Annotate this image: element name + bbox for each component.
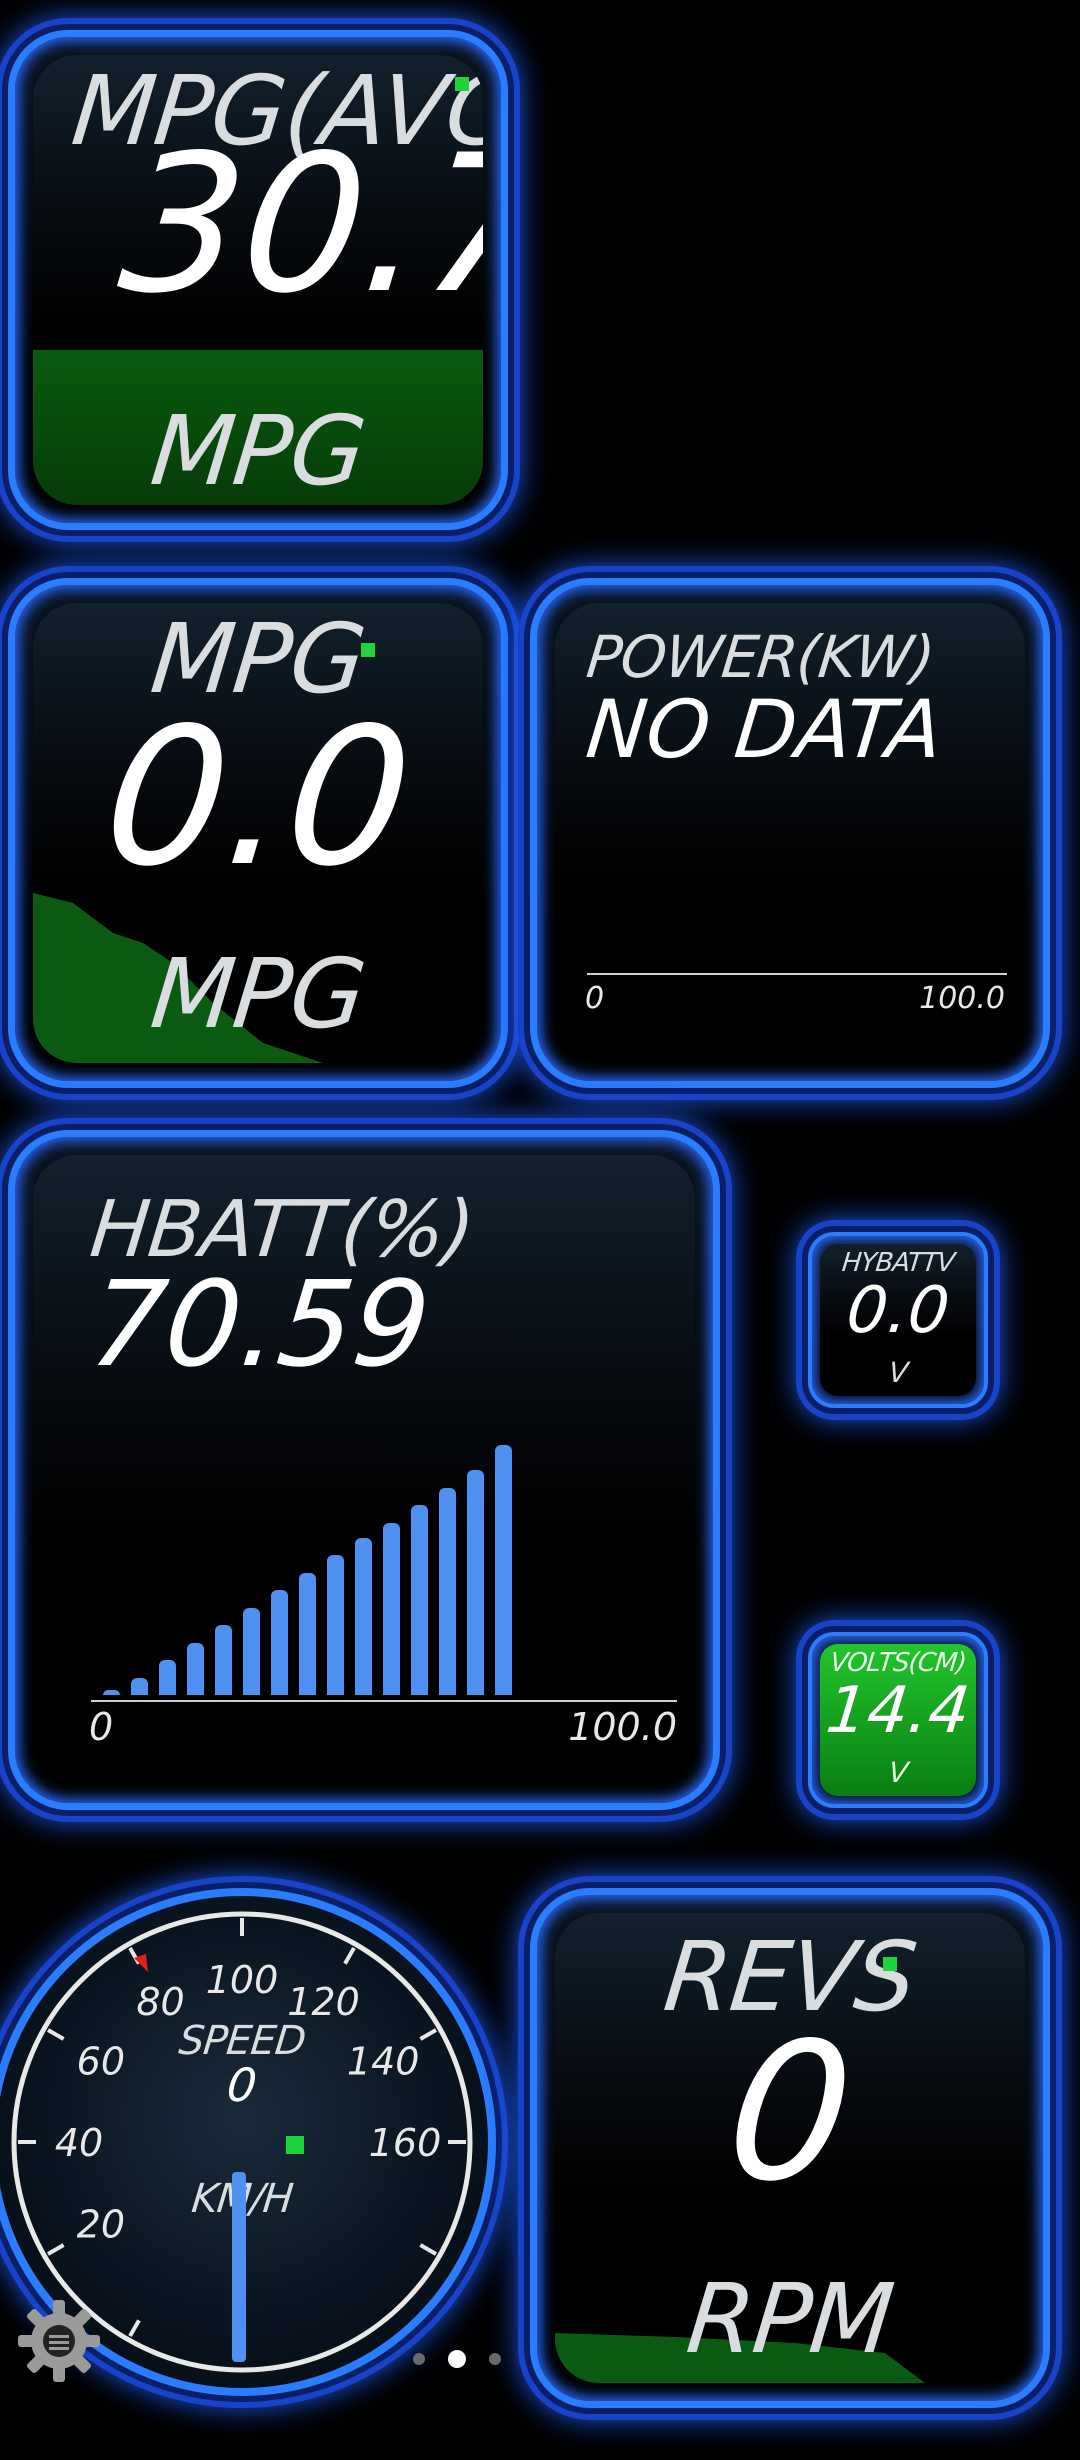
speed-value: 0: [224, 2058, 260, 2112]
hybattv-value: 0.0: [843, 1274, 953, 1348]
gauge-volts[interactable]: VOLTS(CM) 14.4 V: [808, 1632, 988, 1808]
speed-status-dot: [286, 2136, 304, 2154]
hybattv-unit: V: [887, 1356, 909, 1389]
gauge-hybattv[interactable]: HYBATTV 0.0 V: [808, 1232, 988, 1408]
hbatt-bar: [243, 1607, 260, 1695]
gauge-revs-face: REVS 0 RPM: [555, 1913, 1025, 2383]
hbatt-bar: [411, 1505, 428, 1695]
hbatt-bar: [159, 1660, 176, 1695]
hbatt-bar: [215, 1625, 232, 1695]
hbatt-axis: [91, 1700, 677, 1702]
speed-tick: [47, 2243, 65, 2256]
mpg-avg-unit: MPG: [146, 395, 370, 505]
power-value: NO DATA: [582, 683, 947, 776]
mpg-value: 0.0: [95, 687, 421, 908]
gauge-hbatt[interactable]: HBATT(%) 70.59 0 100.0: [8, 1130, 720, 1810]
gauge-volts-face: VOLTS(CM) 14.4 V: [820, 1644, 976, 1796]
gauge-mpg[interactable]: MPG 0.0 MPG: [8, 578, 508, 1088]
speed-tick: [343, 1947, 356, 1965]
gauge-mpg-avg[interactable]: MPG(AVG) 30.7 MPG: [8, 30, 508, 530]
hbatt-bar: [439, 1487, 456, 1695]
power-axis-max: 100.0: [919, 981, 1005, 1016]
revs-unit: RPM: [681, 2263, 899, 2375]
hbatt-axis-max: 100.0: [568, 1705, 677, 1749]
hbatt-axis-min: 0: [89, 1705, 114, 1749]
page-dot[interactable]: [448, 2350, 466, 2368]
page-dot[interactable]: [413, 2353, 425, 2365]
mpg-avg-status-dot: [455, 77, 469, 91]
hbatt-bar: [131, 1677, 148, 1695]
gauge-mpg-face: MPG 0.0 MPG: [33, 603, 483, 1063]
gauge-power[interactable]: POWER(KW) NO DATA 0 100.0: [530, 578, 1050, 1088]
volts-value: 14.4: [822, 1674, 974, 1748]
speed-tick-label: 160: [369, 2121, 442, 2165]
gauge-power-face: POWER(KW) NO DATA 0 100.0: [555, 603, 1025, 1063]
power-axis-min: 0: [585, 981, 605, 1016]
revs-value: 0: [717, 2002, 863, 2223]
hbatt-bar: [495, 1445, 512, 1695]
revs-status-dot: [883, 1957, 897, 1971]
speed-tick-label: 40: [55, 2121, 103, 2165]
hbatt-bar: [299, 1572, 316, 1695]
gauge-hbatt-face: HBATT(%) 70.59 0 100.0: [33, 1155, 695, 1785]
mpg-unit: MPG: [146, 938, 370, 1050]
mpg-status-dot: [361, 643, 375, 657]
hbatt-bar: [355, 1537, 372, 1695]
page-dot[interactable]: [489, 2353, 501, 2365]
hbatt-bar: [383, 1522, 400, 1695]
hbatt-bar: [271, 1590, 288, 1695]
speed-needle: [232, 2172, 246, 2362]
hbatt-bar-chart: [103, 1445, 523, 1695]
speed-tick-label: 100: [206, 1958, 279, 2002]
gauge-revs[interactable]: REVS 0 RPM: [530, 1888, 1050, 2408]
gauge-mpg-avg-face: MPG(AVG) 30.7 MPG: [33, 55, 483, 505]
gauge-hybattv-face: HYBATTV 0.0 V: [820, 1244, 976, 1396]
speed-tick: [128, 2319, 141, 2337]
hbatt-value: 70.59: [83, 1255, 437, 1393]
speed-tick: [419, 2243, 437, 2256]
hbatt-bar: [467, 1470, 484, 1695]
volts-unit: V: [887, 1756, 909, 1789]
hbatt-bar: [187, 1642, 204, 1695]
hbatt-bar: [103, 1690, 120, 1695]
power-axis: [587, 973, 1007, 975]
hbatt-bar: [327, 1555, 344, 1695]
mpg-avg-value: 30.7: [111, 114, 483, 335]
power-label: POWER(KW): [583, 623, 938, 691]
settings-gear-icon[interactable]: [14, 2296, 104, 2386]
